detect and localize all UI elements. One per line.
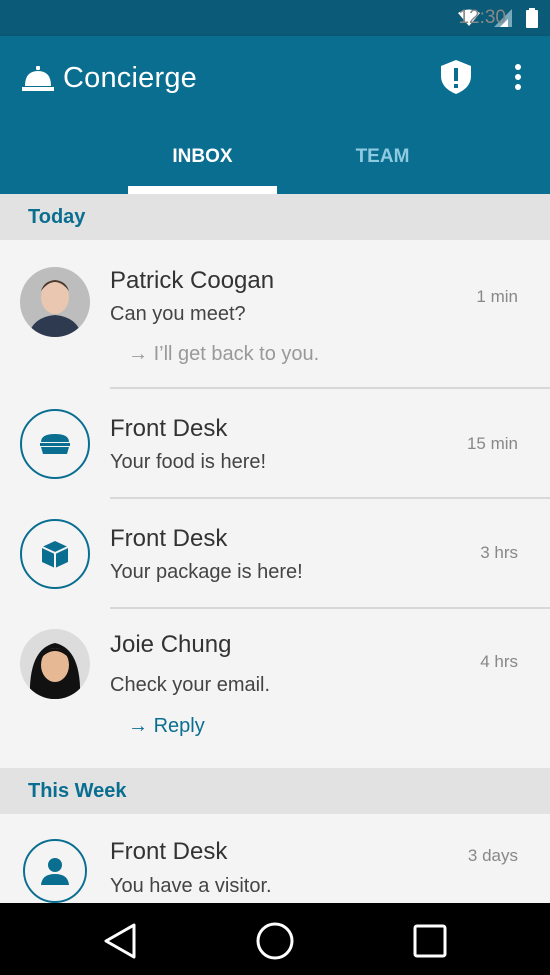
message-time: 3 hrs — [480, 543, 518, 562]
sender-name: Patrick Coogan — [110, 267, 275, 294]
message-item[interactable]: Front Desk You have a visitor. 3 days — [0, 814, 550, 903]
recents-icon[interactable] — [410, 921, 450, 961]
overflow-menu-icon[interactable] — [508, 64, 528, 94]
message-item[interactable]: Joie Chung Check your email. 4 hrs → Rep… — [0, 609, 550, 767]
section-header-this-week: This Week — [0, 768, 550, 814]
arrow-right-icon: → — [128, 715, 154, 737]
section-header-today: Today — [0, 194, 550, 240]
bell-icon — [22, 66, 54, 91]
message-time: 15 min — [466, 434, 518, 453]
app-bar: Concierge INBOX TEAM — [0, 36, 550, 194]
avatar — [20, 267, 90, 337]
reply-text: I’ll get back to you. — [153, 343, 320, 365]
message-time: 1 min — [476, 287, 518, 306]
reply-text: Reply — [153, 715, 205, 737]
avatar — [20, 629, 90, 699]
section-label: This Week — [28, 780, 127, 802]
sender-name: Front Desk — [110, 838, 228, 865]
reply-suggestion[interactable]: → I’ll get back to you. — [128, 343, 319, 366]
person-icon — [41, 858, 69, 885]
message-preview: Check your email. — [110, 674, 271, 696]
sandwich-icon — [40, 434, 70, 454]
message-item[interactable]: Front Desk Your food is here! 15 min — [0, 389, 550, 499]
sender-name: Joie Chung — [110, 631, 232, 658]
message-preview: Your food is here! — [110, 451, 267, 473]
reply-button[interactable]: → Reply — [128, 715, 205, 738]
status-bar: 12:30 — [0, 0, 550, 36]
sender-name: Front Desk — [110, 415, 228, 442]
message-preview: Can you meet? — [110, 303, 246, 325]
tab-team[interactable]: TEAM — [308, 136, 457, 194]
section-label: Today — [28, 206, 86, 228]
sender-name: Front Desk — [110, 525, 228, 552]
battery-icon — [526, 8, 538, 28]
avatar — [20, 409, 90, 479]
arrow-right-icon: → — [128, 343, 154, 365]
home-icon[interactable] — [255, 921, 295, 961]
navigation-bar — [0, 903, 550, 975]
message-item[interactable]: Front Desk Your package is here! 3 hrs — [0, 499, 550, 609]
back-icon[interactable] — [100, 921, 140, 961]
message-time: 3 days — [467, 846, 518, 865]
status-time: 12:30 — [458, 7, 506, 28]
message-time: 4 hrs — [480, 652, 518, 671]
app-title: Concierge — [63, 62, 197, 94]
tab-indicator — [128, 186, 277, 194]
shield-alert-icon[interactable] — [441, 60, 471, 94]
message-item[interactable]: Patrick Coogan Can you meet? 1 min → I’l… — [0, 240, 550, 389]
message-preview: Your package is here! — [110, 561, 303, 583]
message-preview: You have a visitor. — [110, 875, 272, 897]
package-icon — [41, 541, 69, 568]
avatar — [23, 839, 87, 903]
avatar — [20, 519, 90, 589]
